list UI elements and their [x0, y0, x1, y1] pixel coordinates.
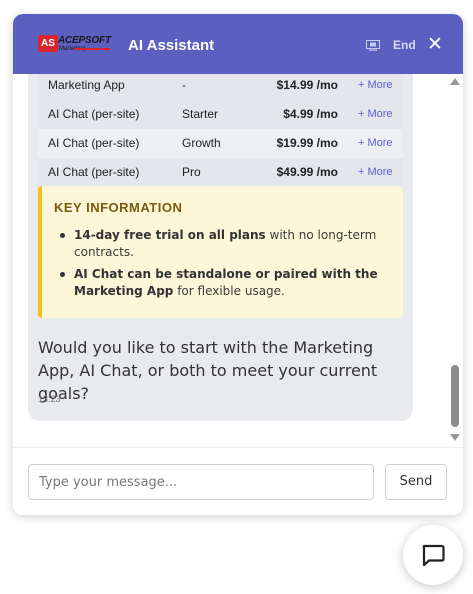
pricing-table: Marketing App - $14.99 /mo + More AI Cha…: [38, 74, 403, 187]
close-icon[interactable]: ✕: [427, 33, 443, 55]
plan-price-cell: $49.99 /mo: [276, 165, 338, 179]
chat-bubble-icon: [422, 544, 445, 567]
composer: Send: [13, 447, 463, 515]
plan-name-cell: AI Chat (per-site): [48, 165, 140, 179]
end-chat-button[interactable]: End: [393, 37, 416, 53]
chat-widget: AS ACEPSOFT Marketing AI Assistant End ✕…: [13, 14, 463, 515]
list-item: 14-day free trial on all plans with no l…: [54, 227, 384, 261]
scroll-up-arrow-icon[interactable]: [450, 78, 460, 85]
plan-tier-cell: Starter: [182, 107, 219, 121]
scroll-down-arrow-icon[interactable]: [450, 434, 460, 441]
plan-tier-cell: Pro: [182, 165, 201, 179]
plan-tier-cell: Growth: [182, 136, 221, 150]
more-link[interactable]: + More: [358, 100, 393, 129]
assistant-question: Would you like to start with the Marketi…: [38, 338, 378, 403]
plan-name-cell: AI Chat (per-site): [48, 107, 140, 121]
table-row: AI Chat (per-site) Growth $19.99 /mo + M…: [38, 129, 403, 158]
table-row: AI Chat (per-site) Starter $4.99 /mo + M…: [38, 100, 403, 129]
screen-share-icon[interactable]: [366, 40, 380, 51]
scrollbar[interactable]: [450, 76, 460, 445]
key-information-callout: KEY INFORMATION 14-day free trial on all…: [38, 186, 403, 318]
table-row: Marketing App - $14.99 /mo + More: [38, 74, 403, 100]
plan-tier-cell: -: [182, 78, 186, 92]
plan-name-cell: AI Chat (per-site): [48, 136, 140, 150]
send-button[interactable]: Send: [385, 464, 447, 500]
acepsoft-logo: AS ACEPSOFT Marketing: [38, 35, 111, 55]
logo-badge: AS: [38, 35, 58, 52]
chat-launcher-button[interactable]: [403, 525, 463, 585]
plan-price-cell: $19.99 /mo: [276, 136, 338, 150]
more-link[interactable]: + More: [358, 74, 393, 100]
scrollbar-thumb[interactable]: [451, 365, 459, 427]
chat-title: AI Assistant: [128, 37, 215, 54]
plan-name-cell: Marketing App: [48, 78, 125, 92]
assistant-message-bubble: Marketing App - $14.99 /mo + More AI Cha…: [28, 74, 413, 421]
table-row: AI Chat (per-site) Pro $49.99 /mo + More: [38, 158, 403, 187]
plan-price-cell: $14.99 /mo: [276, 78, 338, 92]
chat-header: AS ACEPSOFT Marketing AI Assistant End ✕: [13, 14, 463, 74]
logo-underline: [74, 48, 110, 50]
more-link[interactable]: + More: [358, 158, 393, 187]
key-information-list: 14-day free trial on all plans with no l…: [54, 227, 384, 305]
key-information-title: KEY INFORMATION: [54, 200, 183, 215]
message-list[interactable]: Marketing App - $14.99 /mo + More AI Cha…: [13, 74, 463, 447]
message-input[interactable]: [28, 464, 374, 500]
list-item-bold: 14-day free trial on all plans: [74, 228, 266, 242]
list-item: AI Chat can be standalone or paired with…: [54, 266, 384, 300]
message-timestamp: 13:23: [38, 394, 61, 404]
list-item-text: for flexible usage.: [173, 284, 285, 298]
more-link[interactable]: + More: [358, 129, 393, 158]
plan-price-cell: $4.99 /mo: [283, 107, 338, 121]
